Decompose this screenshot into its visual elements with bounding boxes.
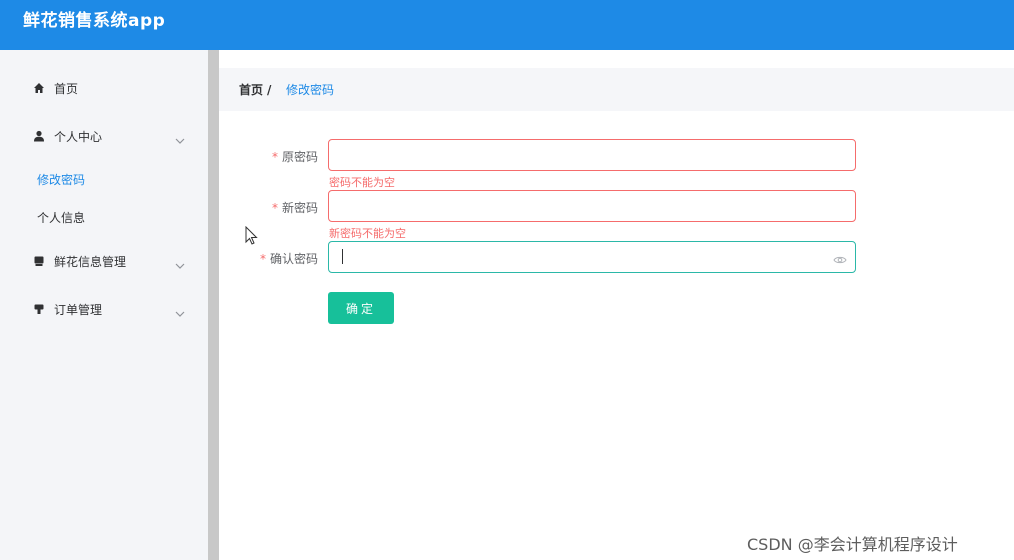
sidebar-item-label: 个人中心 [54,129,103,144]
required-mark: * [259,252,266,266]
sidebar-subitem-personal-info[interactable]: 个人信息 [0,199,208,235]
new-password-input[interactable] [328,190,856,222]
home-icon [32,81,46,95]
old-password-label-text: 原密码 [281,150,318,164]
sidebar-item-label: 首页 [54,81,79,96]
sidebar-item-label: 鲜花信息管理 [54,254,127,269]
required-mark: * [271,150,278,164]
chevron-down-icon [175,304,185,317]
sidebar-item-order-management[interactable]: 订单管理 [0,289,208,329]
sidebar-subitem-label: 修改密码 [37,172,86,187]
new-password-label-text: 新密码 [281,201,318,215]
old-password-input[interactable] [328,139,856,171]
order-icon [32,302,46,316]
chevron-down-icon [175,131,185,144]
confirm-button[interactable]: 确定 [328,292,394,324]
new-password-error: 新密码不能为空 [329,227,406,240]
sidebar-item-home[interactable]: 首页 [0,68,208,108]
watermark: CSDN @李会计算机程序设计 [747,535,958,554]
sidebar-scrollbar[interactable] [208,50,219,560]
sidebar: 首页 个人中心 修改密码 个人信息 鲜花信息管理 订单管理 [0,50,208,560]
breadcrumb-home[interactable]: 首页 [239,81,263,98]
sidebar-item-label: 订单管理 [54,302,103,317]
breadcrumb-separator: / [267,82,272,97]
box-icon [32,254,46,268]
new-password-label: * 新密码 [218,199,318,216]
sidebar-item-flower-management[interactable]: 鲜花信息管理 [0,241,208,281]
mouse-cursor-icon [245,225,259,246]
chevron-down-icon [175,256,185,269]
old-password-error: 密码不能为空 [329,176,395,189]
breadcrumb: 首页 / 修改密码 [219,68,1014,111]
user-icon [32,129,46,143]
confirm-password-label-text: 确认密码 [269,252,318,266]
breadcrumb-current: 修改密码 [286,83,335,97]
sidebar-subitem-change-password[interactable]: 修改密码 [0,161,208,197]
app-title: 鲜花销售系统app [23,11,166,31]
confirm-password-label: * 确认密码 [218,250,318,267]
eye-icon[interactable] [833,251,847,264]
sidebar-subitem-label: 个人信息 [37,210,86,225]
sidebar-item-personal-center[interactable]: 个人中心 [0,116,208,156]
required-mark: * [271,201,278,215]
app-header: 鲜花销售系统app [0,0,1014,50]
old-password-label: * 原密码 [218,148,318,165]
confirm-password-input[interactable] [328,241,856,273]
text-caret [342,249,343,264]
